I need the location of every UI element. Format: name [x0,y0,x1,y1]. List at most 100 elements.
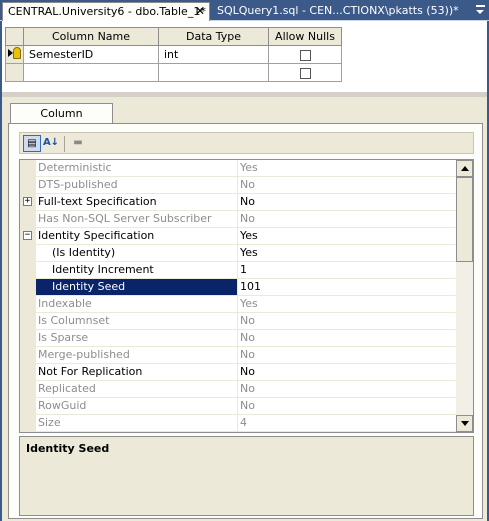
property-value[interactable]: 1 [237,262,456,279]
close-tab-icon[interactable]: ✕ [195,3,205,20]
column-properties-body: ▤ A↓ ▬ Deterministic Yes DTS-published No + F… [8,123,483,519]
property-description-pane: Identity Seed [19,436,474,516]
property-row[interactable]: Identity Seed 101 [20,279,456,296]
property-value: No [237,177,456,194]
property-name: (Is Identity) [36,245,237,262]
column-definition-grid: Column Name Data Type Allow Nulls Semest… [5,27,342,82]
property-row-gutter [20,177,36,194]
property-value[interactable]: No [237,194,456,211]
tab-sql-query-label: SQLQuery1.sql - CEN...CTIONX\pkatts (53)… [217,4,459,17]
property-row[interactable]: Deterministic Yes [20,160,456,177]
property-value: Yes [237,296,456,313]
property-row[interactable]: Not For Replication No [20,364,456,381]
allow-nulls-cell[interactable] [268,45,342,64]
property-row[interactable]: Size 4 [20,415,456,432]
property-name: Merge-published [36,347,237,364]
property-row-gutter [20,381,36,398]
tab-list-dropdown-icon[interactable] [475,4,485,16]
property-value[interactable]: 101 [237,279,456,296]
row-selector[interactable] [5,63,24,82]
property-row-gutter [20,415,36,432]
property-row[interactable]: (Is Identity) Yes [20,245,456,262]
property-row[interactable]: Is Sparse No [20,330,456,347]
property-row-gutter [20,296,36,313]
allow-nulls-header: Allow Nulls [268,27,342,46]
property-name: Replicated [36,381,237,398]
property-value: No [237,347,456,364]
property-row[interactable]: − Identity Specification Yes [20,228,456,245]
allow-nulls-checkbox[interactable] [299,67,311,79]
property-name: Is Sparse [36,330,237,347]
property-row[interactable]: DTS-published No [20,177,456,194]
toolbar-separator [64,136,65,152]
property-value[interactable]: Yes [237,228,456,245]
property-name: Not For Replication [36,364,237,381]
property-value[interactable]: No [237,364,456,381]
property-row[interactable]: RowGuid No [20,398,456,415]
property-grid: Deterministic Yes DTS-published No + Full-tex… [19,159,474,433]
allow-nulls-cell[interactable] [268,63,342,82]
property-name: Identity Seed [36,279,237,296]
property-name: Size [36,415,237,432]
table-designer-grid-area: Column Name Data Type Allow Nulls Semest… [2,21,487,91]
data-type-header: Data Type [158,27,269,46]
property-name: DTS-published [36,177,237,194]
categorized-view-icon[interactable]: ▤ [23,135,41,152]
property-row-gutter: − [20,228,36,245]
property-grid-scrollbar[interactable] [456,160,473,432]
tab-sql-query[interactable]: SQLQuery1.sql - CEN...CTIONX\pkatts (53)… [212,2,460,21]
property-row[interactable]: Replicated No [20,381,456,398]
tab-table-designer[interactable]: CENTRAL.University6 - dbo.Table_1* ✕ [2,2,210,21]
property-row[interactable]: Indexable Yes [20,296,456,313]
property-name: Deterministic [36,160,237,177]
property-value: No [237,330,456,347]
data-type-cell[interactable]: int [158,45,269,64]
primary-key-icon [7,46,22,60]
collapse-icon[interactable]: − [23,231,32,240]
property-name: RowGuid [36,398,237,415]
property-row-gutter [20,245,36,262]
property-row[interactable]: Identity Increment 1 [20,262,456,279]
property-description-title: Identity Seed [26,442,110,455]
property-value[interactable]: Yes [237,245,456,262]
allow-nulls-checkbox[interactable] [299,49,311,61]
document-tab-strip: CENTRAL.University6 - dbo.Table_1* ✕ SQL… [0,0,489,21]
property-value: No [237,381,456,398]
property-value: No [237,313,456,330]
column-name-cell[interactable]: SemesterID [23,45,159,64]
column-name-cell[interactable] [23,63,159,82]
scrollbar-thumb[interactable] [456,177,473,262]
table-row[interactable] [5,63,342,82]
scroll-down-button[interactable] [456,415,473,432]
column-properties-panel: Column Properties ▤ A↓ ▬ DeterministicYe… [2,97,487,521]
property-pages-icon[interactable]: ▬ [69,135,87,152]
data-type-cell[interactable] [158,63,269,82]
tab-table-designer-label: CENTRAL.University6 - dbo.Table_1* [8,5,206,18]
property-name: Identity Increment [36,262,237,279]
property-row-gutter [20,330,36,347]
property-row-gutter [20,262,36,279]
tab-column-properties[interactable]: Column Properties [10,103,113,140]
property-name: Is Columnset [36,313,237,330]
row-selector-header [5,27,24,46]
property-row[interactable]: Merge-published No [20,347,456,364]
property-row-gutter [20,279,36,296]
column-name-header: Column Name [23,27,159,46]
property-row[interactable]: + Full-text Specification No [20,194,456,211]
property-value: No [237,211,456,228]
property-name: Has Non-SQL Server Subscriber [36,211,237,228]
property-value: 4 [237,415,456,432]
table-row[interactable]: SemesterID int [5,45,342,64]
grid-header-row: Column Name Data Type Allow Nulls [5,27,342,46]
expand-icon[interactable]: + [23,197,32,206]
property-grid-toolbar: ▤ A↓ ▬ [19,132,474,154]
property-row-gutter [20,398,36,415]
property-row-gutter: + [20,194,36,211]
property-name: Identity Specification [36,228,237,245]
property-row-gutter [20,313,36,330]
scroll-up-button[interactable] [456,160,473,177]
alphabetical-sort-icon[interactable]: A↓ [42,135,60,152]
row-selector[interactable] [5,45,24,64]
property-row[interactable]: Has Non-SQL Server Subscriber No [20,211,456,228]
property-row[interactable]: Is Columnset No [20,313,456,330]
